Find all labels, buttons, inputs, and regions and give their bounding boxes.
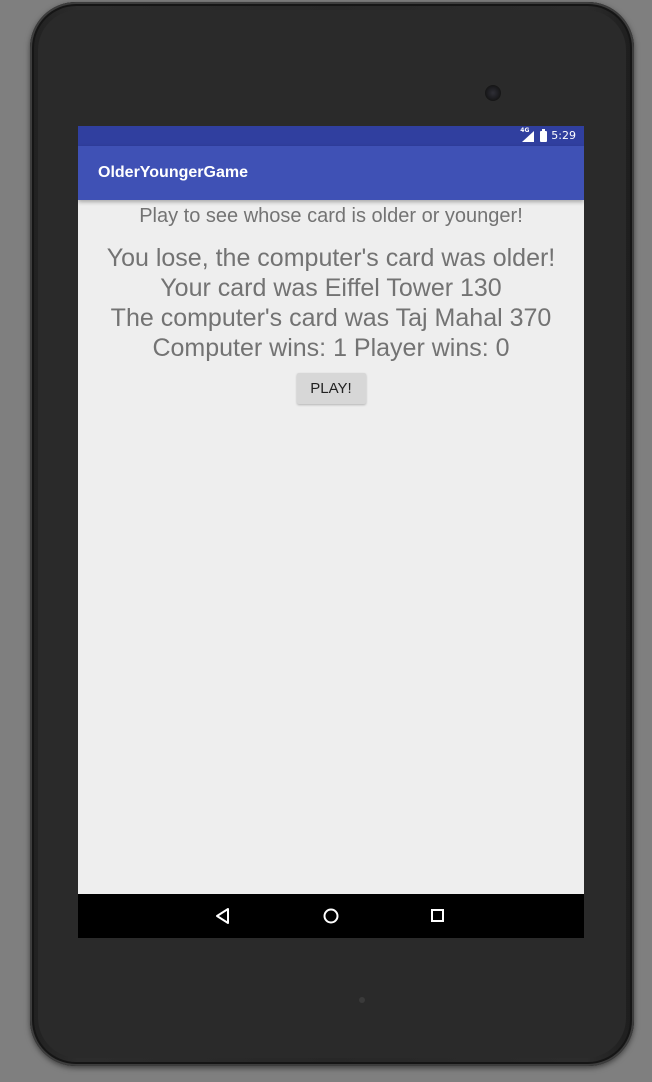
front-camera (485, 85, 501, 101)
status-icons: 4G 5:29 (520, 127, 576, 144)
instruction-text: Play to see whose card is older or young… (139, 205, 523, 227)
navigation-bar (78, 894, 584, 938)
result-message: You lose, the computer's card was older! (106, 244, 556, 272)
app-bar: OlderYoungerGame (78, 146, 584, 200)
cell-signal-icon: 4G (520, 127, 536, 143)
recents-icon[interactable] (428, 906, 448, 926)
battery-icon (540, 128, 548, 142)
status-time: 5:29 (551, 129, 576, 142)
microphone-dot (359, 997, 365, 1003)
app-title: OlderYoungerGame (98, 164, 248, 181)
device-screen: 4G 5:29 OlderYoungerGame Play to see who… (78, 126, 584, 938)
back-icon[interactable] (213, 906, 233, 926)
score-text: Computer wins: 1 Player wins: 0 (152, 334, 510, 362)
play-button[interactable]: PLAY! (296, 373, 366, 404)
status-bar: 4G 5:29 (78, 126, 584, 146)
home-icon[interactable] (321, 906, 341, 926)
result-block: You lose, the computer's card was older!… (78, 243, 584, 363)
computer-card-text: The computer's card was Taj Mahal 370 (110, 304, 552, 332)
main-content: Play to see whose card is older or young… (78, 200, 584, 404)
player-card-text: Your card was Eiffel Tower 130 (160, 274, 502, 302)
